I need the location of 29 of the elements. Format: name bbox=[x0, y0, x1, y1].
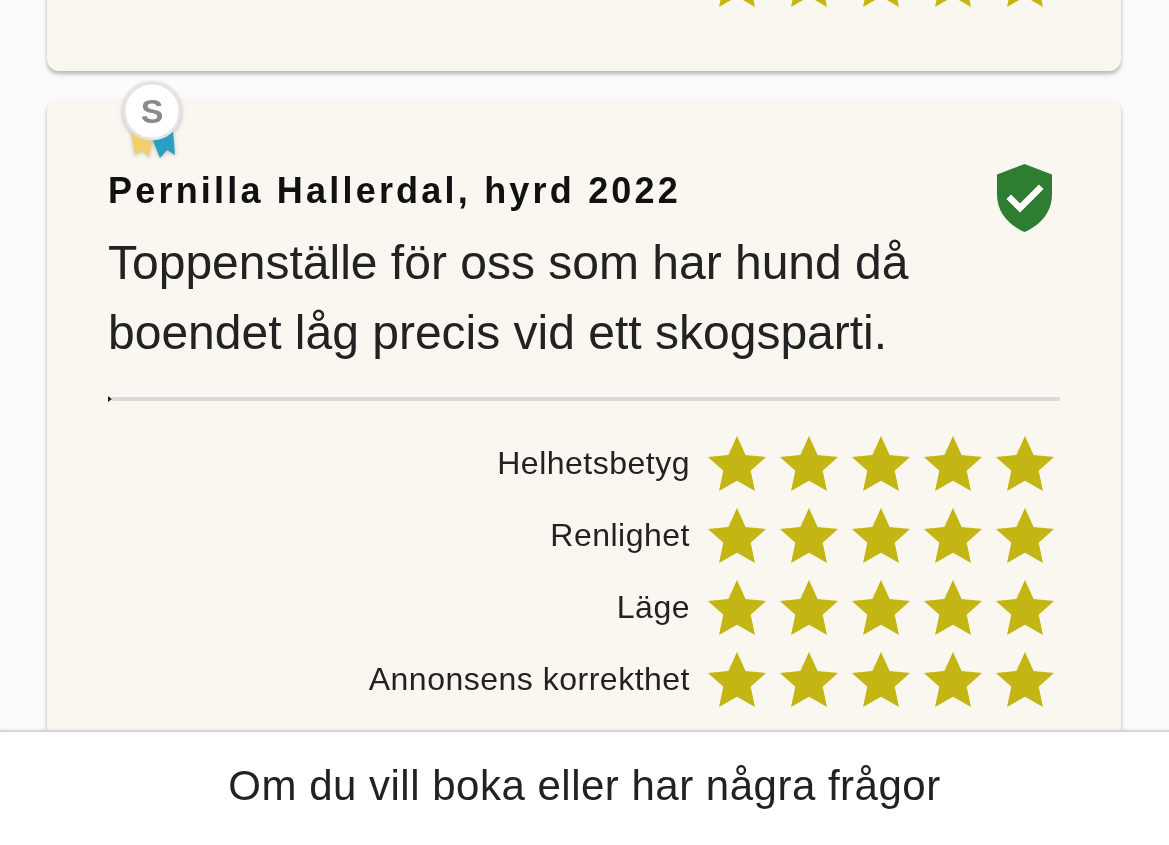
star-icon bbox=[708, 651, 766, 707]
star-icon bbox=[852, 507, 910, 563]
star-icon bbox=[852, 579, 910, 635]
star-icon bbox=[780, 579, 838, 635]
star-icon bbox=[708, 507, 766, 563]
rating-label: Helhetsbetyg bbox=[497, 444, 690, 483]
star-icon bbox=[780, 651, 838, 707]
review-text: Toppenställe för oss som har hund då boendet låg precis vid ett skogsparti. bbox=[108, 235, 910, 361]
reviewer-name: Pernilla Hallerdal, hyrd 2022 bbox=[108, 170, 683, 212]
rating-label: Renlighet bbox=[550, 516, 690, 555]
star-icon bbox=[852, 651, 910, 707]
award-medal: S bbox=[121, 81, 183, 159]
triangle-icon bbox=[108, 396, 112, 402]
star-icon bbox=[852, 435, 910, 491]
star-icon bbox=[924, 579, 982, 635]
star-icon bbox=[996, 507, 1054, 563]
star-icon bbox=[708, 579, 766, 635]
star-icon bbox=[996, 651, 1054, 707]
star-icon bbox=[708, 435, 766, 491]
star-icon bbox=[996, 435, 1054, 491]
footer-text: Om du vill boka eller har några frågor bbox=[228, 762, 941, 809]
star-icon bbox=[996, 579, 1054, 635]
star-icon bbox=[924, 507, 982, 563]
rating-label: Läge bbox=[616, 588, 690, 627]
rating-label: Annonsens korrekthet bbox=[368, 660, 690, 699]
star-icon bbox=[780, 507, 838, 563]
star-icon bbox=[924, 651, 982, 707]
star-icon bbox=[780, 435, 838, 491]
star-icon bbox=[924, 435, 982, 491]
